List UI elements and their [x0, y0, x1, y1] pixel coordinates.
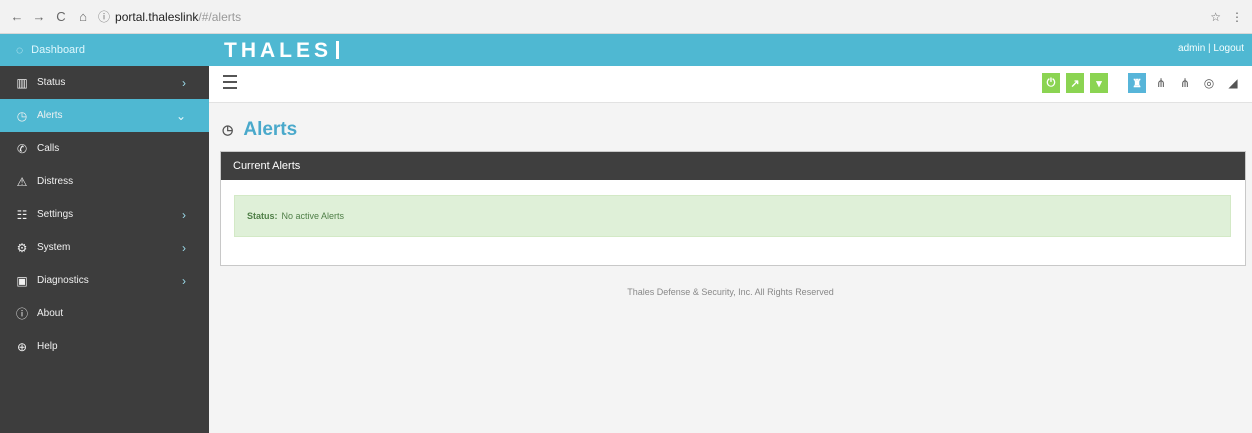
alarm-clock-icon: ◷ [222, 122, 234, 137]
gear-icon: ⚙ [16, 240, 28, 255]
sidebar-item-label: About [37, 308, 64, 319]
hamburger-menu-icon[interactable] [223, 75, 237, 89]
sidebar-item-label: Alerts [37, 110, 63, 121]
phone-icon: ✆ [16, 141, 28, 156]
brand-name: THALES [224, 39, 332, 62]
sidebar-item-label: Distress [37, 176, 74, 187]
info-icon: ⓘ [15, 307, 28, 321]
sidebar-item-label: Diagnostics [37, 275, 89, 286]
chevron-right-icon: › [182, 207, 186, 222]
home-icon[interactable]: ⌂ [74, 8, 92, 26]
site-info-icon[interactable]: ⓘ [98, 8, 110, 25]
menu-line [223, 87, 237, 89]
dashboard-icon: ◌ [16, 43, 24, 57]
browser-menu-icon[interactable]: ⋮ [1231, 10, 1243, 24]
network-tree-icon[interactable]: ♜ [1128, 73, 1146, 93]
wifi-status-icon[interactable]: ▾ [1090, 73, 1108, 93]
chevron-right-icon: › [182, 273, 186, 288]
sidebar-item-system[interactable]: ⚙ System › [0, 231, 209, 264]
sidebar-item-help[interactable]: ⊕ Help [0, 330, 209, 363]
network-tree-icon[interactable]: ⋔ [1176, 73, 1194, 93]
sidebar-item-settings[interactable]: ☷ Settings › [0, 198, 209, 231]
sidebar-dashboard-label: Dashboard [31, 44, 85, 56]
sidebar-item-label: System [37, 242, 71, 253]
top-header: THALES admin | Logout [209, 34, 1252, 66]
sidebar-item-distress[interactable]: ⚠ Distress [0, 165, 209, 198]
menu-line [223, 81, 237, 83]
page-title-text: Alerts [243, 119, 298, 140]
sidebar-item-about[interactable]: ⓘ About [0, 297, 209, 330]
toolbar: ⏻ ↗ ▾ ♜ ⋔ ⋔ ◎ ◢ [209, 66, 1252, 103]
alert-icon: ◷ [16, 108, 28, 123]
sidebar: ◌ Dashboard ▥ Status › ◷ Alerts ⌄ ✆ Call… [0, 34, 209, 433]
forward-arrow-icon[interactable]: → [30, 8, 48, 26]
status-label: Status: [247, 211, 278, 221]
reload-icon[interactable]: C [52, 8, 70, 26]
signal-strength-icon[interactable]: ◢ [1224, 73, 1242, 93]
briefcase-icon: ▣ [16, 273, 28, 288]
browser-toolbar: ← → C ⌂ ⓘ portal.thaleslink /#/alerts ☆ … [0, 0, 1252, 34]
sidebar-item-label: Settings [37, 209, 74, 220]
globe-icon[interactable]: ◎ [1200, 73, 1218, 93]
status-value: No active Alerts [281, 211, 345, 221]
bookmark-star-icon[interactable]: ☆ [1210, 10, 1221, 24]
sidebar-item-label: Status [37, 77, 66, 88]
status-alert: Status: No active Alerts [234, 195, 1231, 237]
sidebar-item-status[interactable]: ▥ Status › [0, 66, 209, 99]
panel-title: Current Alerts [221, 152, 1245, 180]
footer-copyright: Thales Defense & Security, Inc. All Righ… [627, 287, 834, 297]
user-links[interactable]: admin | Logout [1178, 43, 1244, 54]
sidebar-item-label: Calls [37, 143, 60, 154]
current-alerts-panel: Current Alerts Status: No active Alerts [220, 151, 1246, 266]
url-path: /#/alerts [198, 9, 242, 24]
address-bar[interactable]: ⓘ portal.thaleslink /#/alerts [98, 5, 1210, 29]
warning-icon: ⚠ [16, 174, 28, 189]
chevron-down-icon: ⌄ [175, 108, 186, 123]
url-host: portal.thaleslink [115, 9, 199, 24]
page-title: ◷ Alerts [222, 119, 297, 141]
sidebar-dashboard-link[interactable]: ◌ Dashboard [0, 34, 209, 66]
help-icon: ⊕ [16, 339, 28, 354]
satellite-status-icon[interactable]: ↗ [1066, 73, 1084, 93]
brand-divider [336, 41, 339, 59]
power-status-icon[interactable]: ⏻ [1042, 73, 1060, 93]
status-icon-group: ⏻ ↗ ▾ ♜ ⋔ ⋔ ◎ ◢ [1042, 73, 1242, 93]
sidebar-item-label: Help [37, 341, 58, 352]
sidebar-item-calls[interactable]: ✆ Calls [0, 132, 209, 165]
settings-icon: ☷ [16, 207, 28, 222]
bar-chart-icon: ▥ [16, 75, 28, 90]
chevron-right-icon: › [182, 240, 186, 255]
back-arrow-icon[interactable]: ← [8, 8, 26, 26]
thales-logo: THALES [224, 39, 339, 62]
network-tree-icon[interactable]: ⋔ [1152, 73, 1170, 93]
sidebar-item-diagnostics[interactable]: ▣ Diagnostics › [0, 264, 209, 297]
chevron-right-icon: › [182, 75, 186, 90]
sidebar-item-alerts[interactable]: ◷ Alerts ⌄ [0, 99, 209, 132]
menu-line [223, 75, 237, 77]
